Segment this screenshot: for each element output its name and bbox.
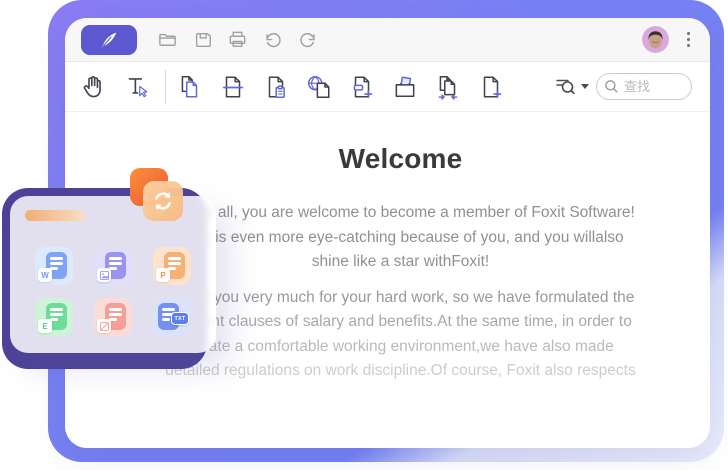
page-action-icons — [176, 73, 505, 101]
extract-to-folder-icon[interactable] — [391, 73, 419, 101]
hand-tool-icon[interactable] — [79, 73, 107, 101]
search-filter-dropdown[interactable] — [554, 76, 589, 97]
word-badge: W — [38, 268, 52, 282]
copy-pages-icon[interactable] — [176, 73, 204, 101]
foxit-ui-illustration: Welcome First of all, you are welcome to… — [0, 0, 728, 470]
split-page-icon[interactable] — [219, 73, 247, 101]
ppt-document-tile[interactable]: P — [153, 247, 191, 285]
open-folder-icon[interactable] — [156, 28, 179, 51]
ppt-badge: P — [156, 268, 170, 282]
page-from-web-icon[interactable] — [305, 73, 333, 101]
avatar[interactable] — [642, 26, 669, 53]
save-icon[interactable] — [191, 28, 214, 51]
txt-badge: TXT — [171, 312, 189, 325]
image-badge-icon — [97, 268, 111, 282]
convert-sync-icon[interactable] — [143, 181, 183, 221]
converter-card: W P E — [10, 196, 216, 353]
undo-icon[interactable] — [261, 28, 284, 51]
search-icon — [604, 79, 619, 94]
titlebar — [65, 18, 710, 62]
paste-page-icon[interactable] — [262, 73, 290, 101]
search-group — [554, 73, 710, 100]
titlebar-icons — [156, 28, 319, 51]
new-page-icon[interactable] — [477, 73, 505, 101]
kebab-menu-icon[interactable] — [682, 28, 695, 51]
file-type-grid: W P E — [35, 247, 193, 336]
search-box — [596, 73, 692, 100]
print-icon[interactable] — [226, 28, 249, 51]
redo-icon[interactable] — [296, 28, 319, 51]
excel-badge: E — [38, 319, 52, 333]
card-title-placeholder-pill — [25, 210, 85, 221]
word-document-tile[interactable]: W — [35, 247, 73, 285]
txt-document-tile[interactable]: TXT — [153, 298, 191, 336]
merge-pages-icon[interactable] — [434, 73, 462, 101]
quill-pen-icon — [98, 29, 120, 51]
sync-arrows-icon — [150, 188, 176, 214]
search-in-document-icon — [554, 76, 578, 97]
quill-pen-tool-button[interactable] — [81, 25, 137, 55]
page-title: Welcome — [78, 143, 710, 175]
excel-document-tile[interactable]: E — [35, 298, 73, 336]
image-document-tile[interactable] — [94, 247, 132, 285]
chevron-down-icon — [581, 84, 589, 89]
signature-badge-icon — [97, 319, 111, 333]
titlebar-right — [642, 26, 710, 53]
replace-page-icon[interactable] — [348, 73, 376, 101]
toolbar-divider — [165, 70, 166, 104]
text-select-tool-icon[interactable] — [123, 73, 151, 101]
signature-document-tile[interactable] — [94, 298, 132, 336]
secondary-toolbar — [65, 62, 710, 112]
